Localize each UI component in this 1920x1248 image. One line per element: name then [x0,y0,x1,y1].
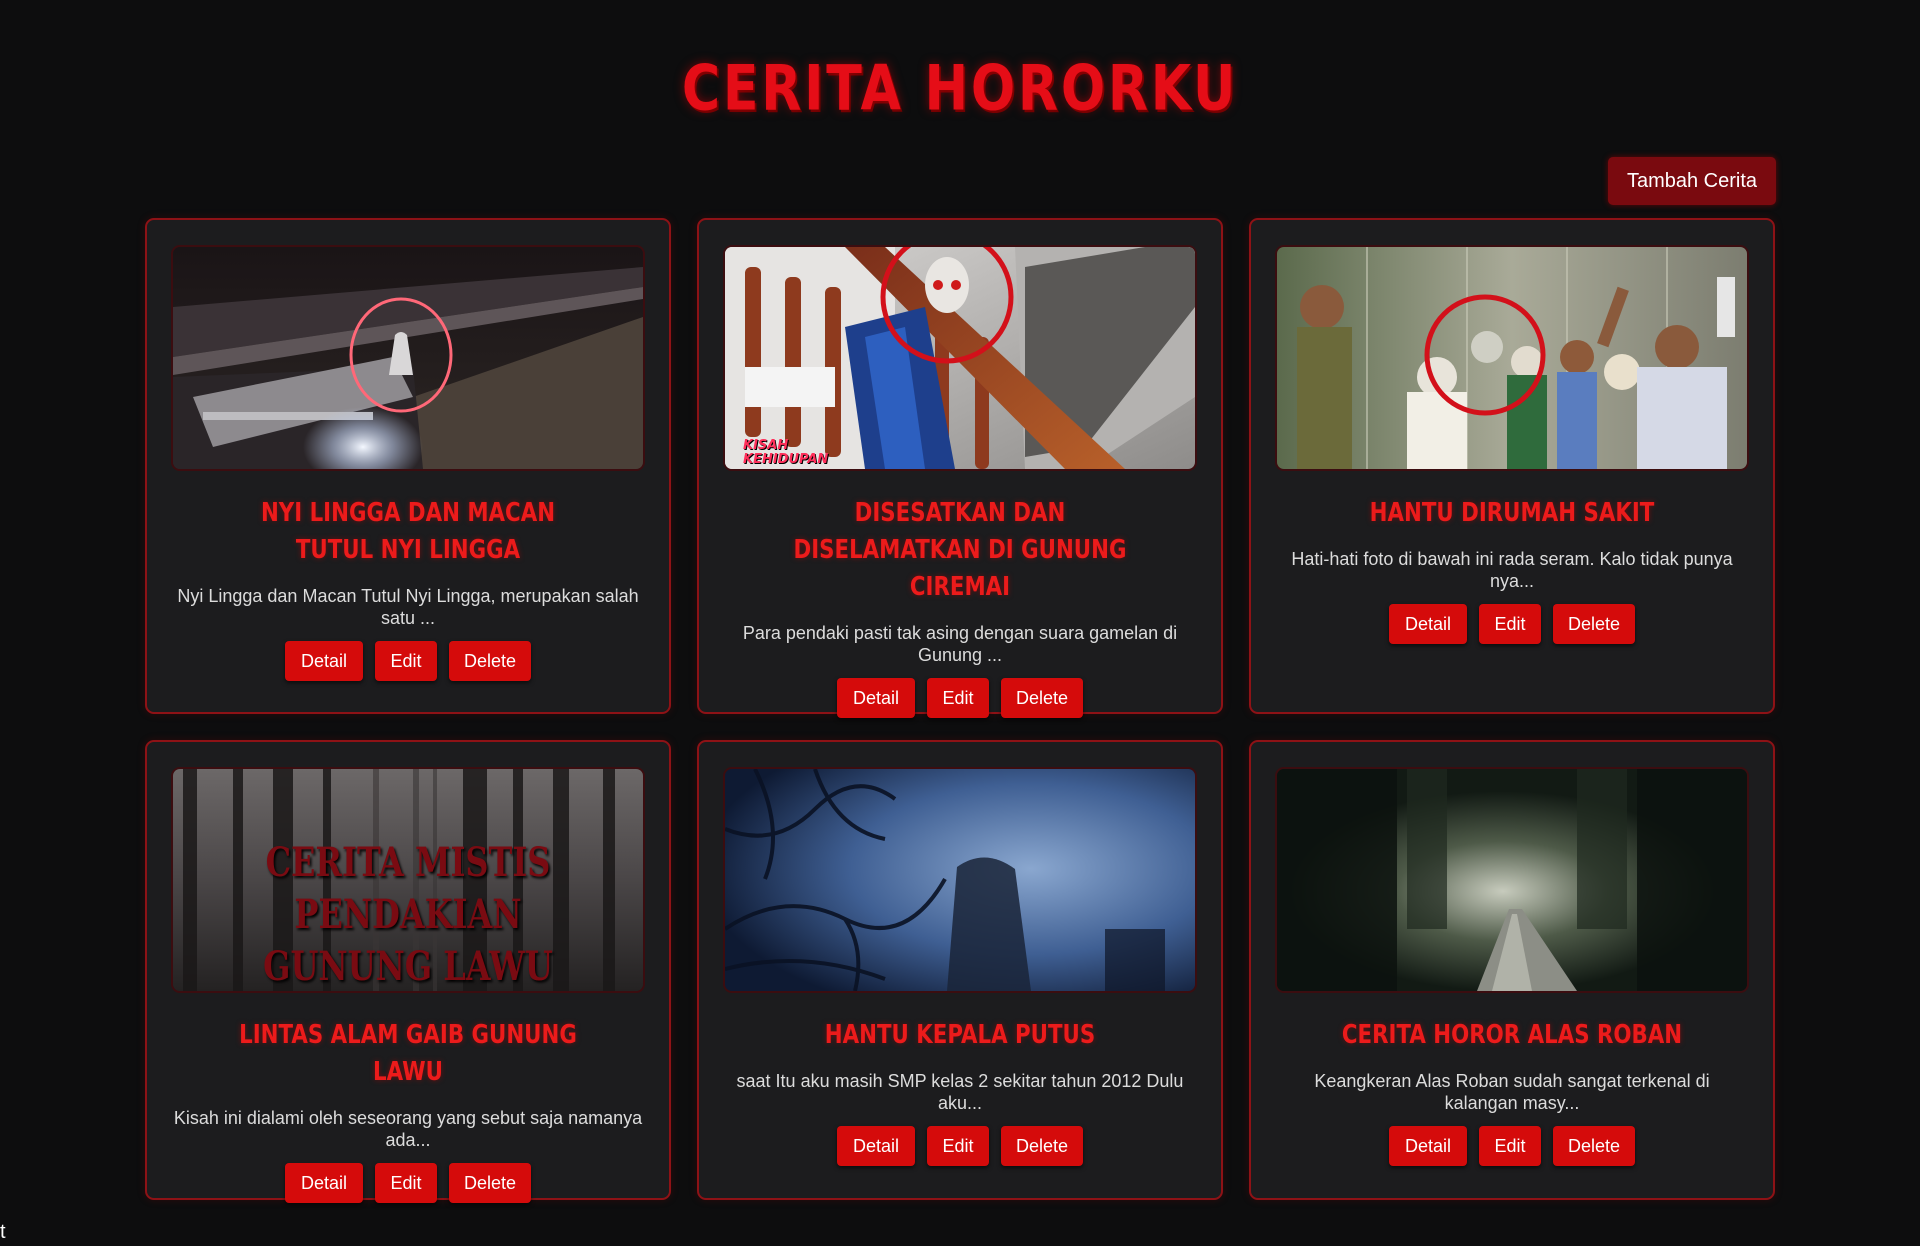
story-actions: Detail Edit Delete [837,1126,1083,1166]
detail-button[interactable]: Detail [837,1126,915,1166]
story-excerpt: Para pendaki pasti tak asing dengan suar… [742,623,1178,665]
detail-button[interactable]: Detail [1389,604,1467,644]
story-excerpt: Nyi Lingga dan Macan Tutul Nyi Lingga, m… [177,586,639,628]
story-excerpt: Keangkeran Alas Roban sudah sangat terke… [1314,1071,1710,1113]
detail-button[interactable]: Detail [285,641,363,681]
detail-button[interactable]: Detail [837,678,915,718]
image-overlay-text: CERITA MISTIS PENDAKIAN GUNUNG LAWU [263,839,553,990]
delete-button[interactable]: Delete [449,1163,531,1203]
detail-button[interactable]: Detail [1389,1126,1467,1166]
story-card: HANTU KEPALA PUTUS saat Itu aku masih SM… [697,740,1223,1200]
page-title: CERITA HORORKU [681,51,1239,125]
story-title: CERITA HOROR ALAS ROBAN [1341,1020,1683,1050]
story-image-headless-figure [723,767,1197,993]
delete-button[interactable]: Delete [1553,1126,1635,1166]
story-excerpt: Hati-hati foto di bawah ini rada seram. … [1291,549,1733,591]
delete-button[interactable]: Delete [1001,1126,1083,1166]
story-title: LINTAS ALAM GAIB GUNUNG LAWU [239,1020,577,1087]
story-title: NYI LINGGA DAN MACAN TUTUL NYI LINGGA [260,498,556,565]
story-image-misty-forest: CERITA MISTIS PENDAKIAN GUNUNG LAWU [171,767,645,993]
story-actions: Detail Edit Delete [837,678,1083,718]
story-card: CERITA MISTIS PENDAKIAN GUNUNG LAWU LINT… [145,740,671,1203]
story-image-night-figure [171,245,645,471]
image-caption: KISAH KEHIDUPAN [743,438,829,467]
delete-button[interactable]: Delete [1553,604,1635,644]
story-excerpt: Kisah ini dialami oleh seseorang yang se… [173,1108,643,1150]
story-title: DISESATKAN DAN DISELAMATKAN DI GUNUNG CI… [793,498,1127,602]
story-image-staircase-ghost: KISAH KEHIDUPAN [723,245,1197,471]
story-image-elevator-group [1275,245,1749,471]
story-actions: Detail Edit Delete [285,1163,531,1203]
story-grid: NYI LINGGA DAN MACAN TUTUL NYI LINGGA Ny… [145,218,1775,1203]
story-actions: Detail Edit Delete [285,641,531,681]
delete-button[interactable]: Delete [449,641,531,681]
story-actions: Detail Edit Delete [1389,604,1635,644]
story-excerpt: saat Itu aku masih SMP kelas 2 sekitar t… [736,1071,1184,1113]
add-story-button[interactable]: Tambah Cerita [1608,157,1776,205]
edit-button[interactable]: Edit [1479,1126,1541,1166]
story-card: CERITA HOROR ALAS ROBAN Keangkeran Alas … [1249,740,1775,1200]
story-card: HANTU DIRUMAH SAKIT Hati-hati foto di ba… [1249,218,1775,714]
edit-button[interactable]: Edit [927,678,989,718]
edit-button[interactable]: Edit [1479,604,1541,644]
story-image-forest-road [1275,767,1749,993]
delete-button[interactable]: Delete [1001,678,1083,718]
story-card: KISAH KEHIDUPAN DISESATKAN DAN DISELAMAT… [697,218,1223,718]
story-actions: Detail Edit Delete [1389,1126,1635,1166]
stray-text: t [0,1221,6,1243]
edit-button[interactable]: Edit [375,641,437,681]
story-title: HANTU KEPALA PUTUS [824,1020,1096,1050]
story-card: NYI LINGGA DAN MACAN TUTUL NYI LINGGA Ny… [145,218,671,714]
story-title: HANTU DIRUMAH SAKIT [1369,498,1655,528]
edit-button[interactable]: Edit [375,1163,437,1203]
detail-button[interactable]: Detail [285,1163,363,1203]
edit-button[interactable]: Edit [927,1126,989,1166]
